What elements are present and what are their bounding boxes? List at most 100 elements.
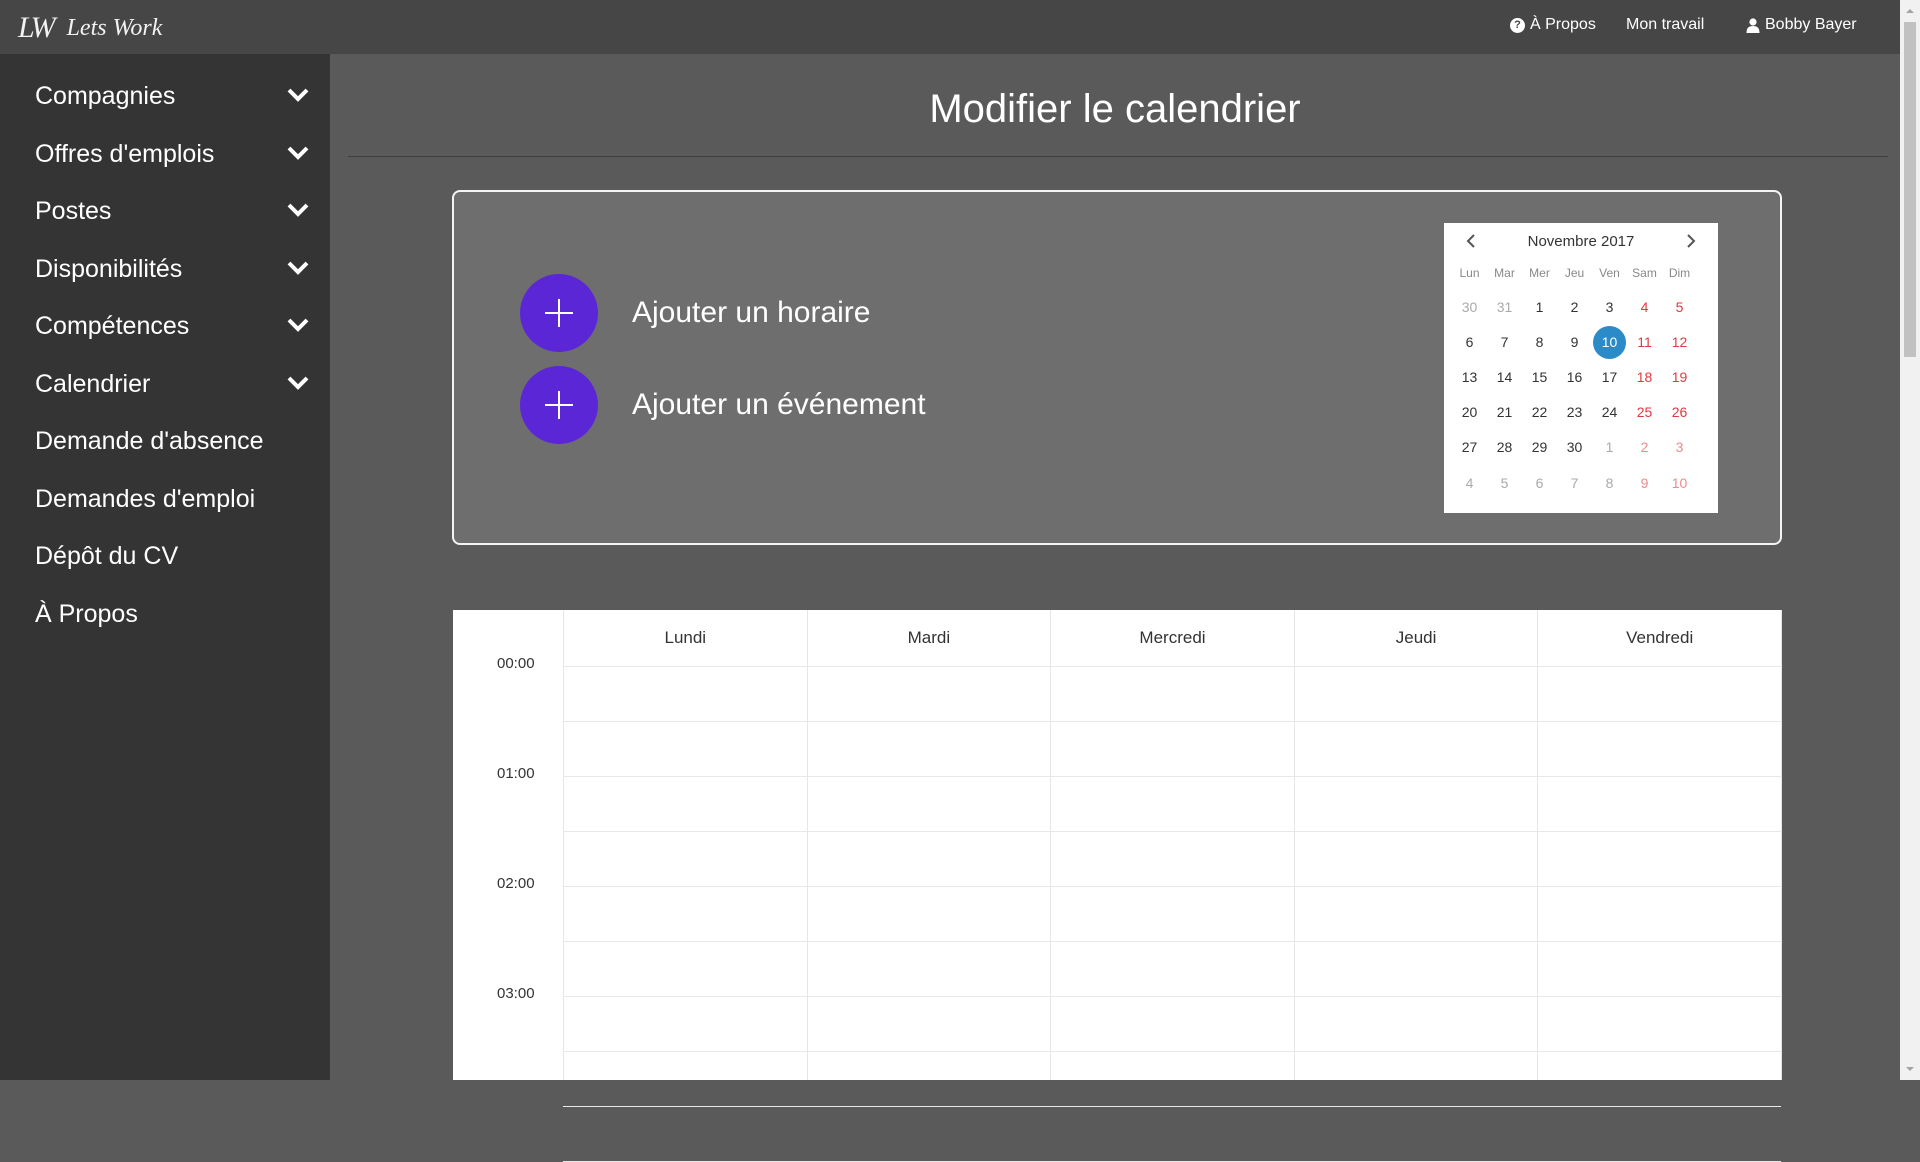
title-divider: [348, 156, 1888, 157]
mini-calendar-day[interactable]: 11: [1628, 326, 1661, 359]
chevron-down-icon: [287, 261, 309, 275]
page-scrollbar[interactable]: [1900, 0, 1920, 1080]
sidebar-item-a-propos[interactable]: À Propos: [35, 594, 310, 634]
mini-calendar-day[interactable]: 8: [1523, 326, 1556, 359]
sidebar-item-label: Dépôt du CV: [35, 541, 179, 570]
mini-calendar-day[interactable]: 8: [1593, 467, 1626, 500]
mini-calendar-weekday: Ven: [1599, 266, 1620, 280]
sidebar-item-calendrier[interactable]: Calendrier: [35, 364, 310, 404]
mini-calendar-day[interactable]: 10: [1593, 326, 1626, 359]
mini-calendar-day[interactable]: 6: [1523, 467, 1556, 500]
week-column-divider: [1537, 610, 1539, 1080]
scroll-down-arrow-icon[interactable]: [1900, 1060, 1920, 1078]
logo-mark: LW: [18, 11, 56, 44]
scrollbar-thumb[interactable]: [1904, 22, 1916, 357]
mini-calendar-day[interactable]: 2: [1558, 291, 1591, 324]
mini-calendar-day[interactable]: 5: [1488, 467, 1521, 500]
nav-user-menu[interactable]: Bobby Bayer: [1745, 16, 1857, 34]
mini-calendar-day[interactable]: 21: [1488, 396, 1521, 429]
mini-calendar-day[interactable]: 4: [1453, 467, 1486, 500]
mini-calendar-weekday: Lun: [1459, 266, 1480, 280]
mini-calendar-day[interactable]: 31: [1488, 291, 1521, 324]
mini-calendar-day[interactable]: 4: [1628, 291, 1661, 324]
sidebar-item-label: Disponibilités: [35, 254, 183, 283]
mini-calendar-day[interactable]: 26: [1663, 396, 1696, 429]
chevron-right-icon[interactable]: [1684, 233, 1698, 249]
nav-about-link[interactable]: ? À Propos: [1510, 16, 1596, 34]
sidebar-item-demandes-emploi[interactable]: Demandes d'emploi: [35, 479, 310, 519]
mini-calendar-day[interactable]: 16: [1558, 361, 1591, 394]
sidebar-item-offres-emplois[interactable]: Offres d'emplois: [35, 134, 310, 174]
sidebar-item-depot-cv[interactable]: Dépôt du CV: [35, 536, 310, 576]
mini-calendar-day[interactable]: 3: [1593, 291, 1626, 324]
brand-name: Lets Work: [66, 14, 163, 41]
main-content: Modifier le calendrier Ajouter un horair…: [330, 54, 1900, 1162]
scroll-up-arrow-icon[interactable]: [1900, 2, 1920, 20]
mini-calendar-day[interactable]: 28: [1488, 431, 1521, 464]
week-time-label: 00:00: [497, 655, 535, 672]
sidebar: Compagnies Offres d'emplois Postes Dispo…: [0, 54, 330, 1080]
mini-calendar-day[interactable]: 30: [1558, 431, 1591, 464]
week-time-label: 02:00: [497, 875, 535, 892]
sidebar-item-label: Offres d'emplois: [35, 139, 215, 168]
mini-calendar-day[interactable]: 7: [1488, 326, 1521, 359]
mini-calendar-day[interactable]: 23: [1558, 396, 1591, 429]
sidebar-item-label: Postes: [35, 196, 112, 225]
mini-calendar-day[interactable]: 5: [1663, 291, 1696, 324]
mini-calendar-day[interactable]: 19: [1663, 361, 1696, 394]
week-slot-line: [563, 996, 1781, 997]
week-column-divider: [806, 610, 808, 1080]
mini-calendar-day[interactable]: 3: [1663, 431, 1696, 464]
mini-calendar-day[interactable]: 9: [1628, 467, 1661, 500]
mini-calendar-day[interactable]: 25: [1628, 396, 1661, 429]
mini-calendar-month[interactable]: Novembre 2017: [1444, 233, 1718, 250]
add-event-action[interactable]: Ajouter un événement: [520, 366, 926, 444]
week-column-divider: [1050, 610, 1052, 1080]
mini-calendar-day[interactable]: 20: [1453, 396, 1486, 429]
sidebar-item-label: Demandes d'emploi: [35, 484, 256, 513]
mini-calendar-day[interactable]: 24: [1593, 396, 1626, 429]
add-schedule-button[interactable]: [520, 274, 598, 352]
chevron-down-icon: [287, 146, 309, 160]
week-slot-line: [563, 886, 1781, 887]
mini-calendar-day[interactable]: 22: [1523, 396, 1556, 429]
mini-calendar-day[interactable]: 12: [1663, 326, 1696, 359]
add-schedule-label: Ajouter un horaire: [632, 296, 871, 329]
week-day-header: Lundi: [563, 610, 807, 666]
week-slot-line: [563, 941, 1781, 942]
mini-calendar-day[interactable]: 17: [1593, 361, 1626, 394]
mini-calendar-day[interactable]: 7: [1558, 467, 1591, 500]
mini-calendar-day[interactable]: 15: [1523, 361, 1556, 394]
mini-calendar-day[interactable]: 2: [1628, 431, 1661, 464]
sidebar-item-demande-absence[interactable]: Demande d'absence: [35, 421, 310, 461]
mini-calendar-day[interactable]: 14: [1488, 361, 1521, 394]
sidebar-item-competences[interactable]: Compétences: [35, 306, 310, 346]
week-slot-line: [563, 1051, 1781, 1052]
week-column-divider: [1293, 610, 1295, 1080]
week-column-divider: [563, 610, 564, 1080]
sidebar-item-compagnies[interactable]: Compagnies: [35, 76, 310, 116]
mini-calendar-day[interactable]: 29: [1523, 431, 1556, 464]
week-slot-line: [563, 1106, 1781, 1107]
mini-calendar-day[interactable]: 1: [1523, 291, 1556, 324]
sidebar-item-disponibilites[interactable]: Disponibilités: [35, 249, 310, 289]
mini-calendar-day[interactable]: 30: [1453, 291, 1486, 324]
sidebar-item-postes[interactable]: Postes: [35, 191, 310, 231]
mini-calendar-day[interactable]: 18: [1628, 361, 1661, 394]
mini-calendar-day[interactable]: 10: [1663, 467, 1696, 500]
mini-calendar-day[interactable]: 1: [1593, 431, 1626, 464]
add-schedule-action[interactable]: Ajouter un horaire: [520, 274, 870, 352]
mini-calendar-day[interactable]: 13: [1453, 361, 1486, 394]
mini-calendar-day[interactable]: 6: [1453, 326, 1486, 359]
mini-calendar-day[interactable]: 27: [1453, 431, 1486, 464]
brand-logo[interactable]: LW Lets Work: [18, 10, 162, 46]
nav-my-work-link[interactable]: Mon travail: [1626, 16, 1704, 34]
nav-user-name: Bobby Bayer: [1765, 16, 1857, 33]
question-circle-icon: ?: [1510, 17, 1525, 33]
add-event-button[interactable]: [520, 366, 598, 444]
mini-calendar-day[interactable]: 9: [1558, 326, 1591, 359]
week-slot-line: [563, 831, 1781, 832]
chevron-down-icon: [287, 376, 309, 390]
chevron-down-icon: [287, 88, 309, 102]
sidebar-item-label: Calendrier: [35, 369, 151, 398]
